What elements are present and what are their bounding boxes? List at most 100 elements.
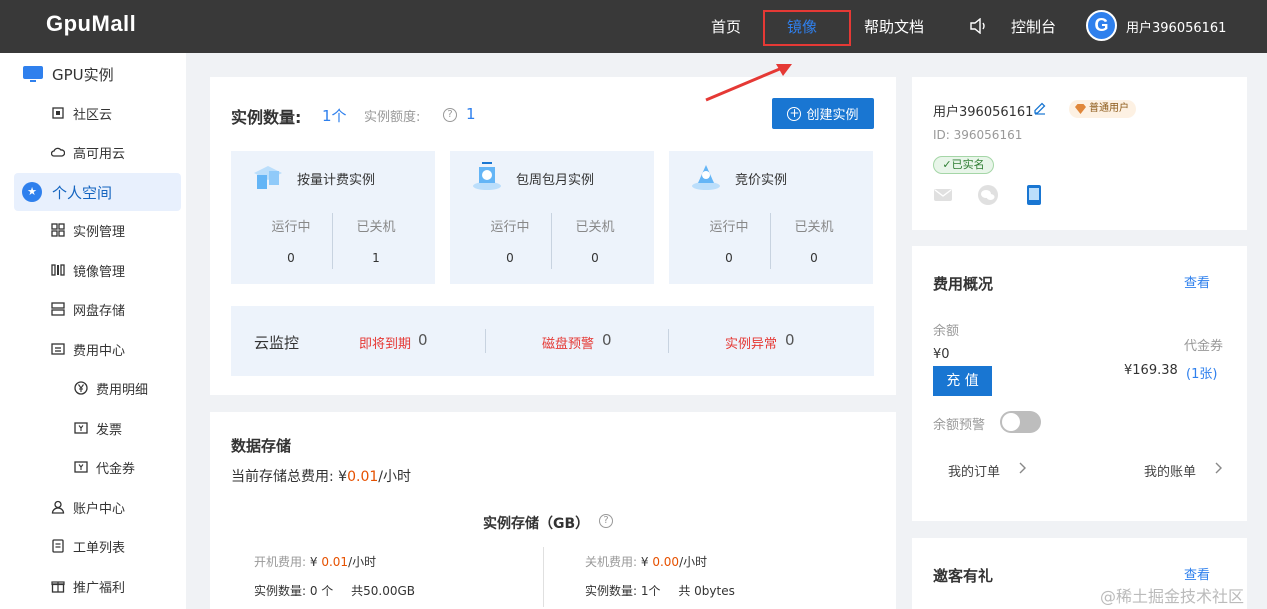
sidebar-item-instance-mgmt[interactable]: 实例管理: [0, 211, 186, 249]
instance-count-value: 1个: [322, 107, 347, 125]
sidebar-item-label: 高可用云: [73, 146, 126, 162]
toggle-knob: [1002, 413, 1020, 431]
abnormal-label[interactable]: 实例异常: [725, 333, 777, 352]
avatar[interactable]: G: [1086, 10, 1117, 41]
help-icon[interactable]: ?: [443, 108, 457, 122]
stopped-label: 已关机: [356, 220, 396, 235]
card-weekly-monthly[interactable]: 包周包月实例 运行中 已关机 0 0: [450, 151, 654, 284]
sidebar-item-billing-detail[interactable]: 费用明细: [0, 369, 186, 407]
stopped-count: 0: [810, 251, 818, 265]
help-icon[interactable]: ?: [599, 514, 613, 528]
invoice-icon: [74, 422, 88, 434]
wechat-icon[interactable]: [977, 185, 999, 205]
bars-icon: [51, 264, 65, 276]
sidebar-item-label: 发票: [96, 422, 123, 438]
sidebar-item-label: 费用中心: [73, 343, 126, 359]
storage-panel: 数据存储 当前存储总费用: ¥0.01/小时 实例存储（GB） ? 开机费用: …: [210, 412, 896, 609]
mail-icon[interactable]: [933, 187, 953, 203]
bid-stack-icon: [692, 165, 720, 190]
voucher-count-link[interactable]: (1张): [1186, 363, 1217, 382]
sidebar-item-voucher[interactable]: 代金券: [0, 448, 186, 486]
sidebar-item-tickets[interactable]: 工单列表: [0, 527, 186, 565]
recharge-button[interactable]: 充 值: [933, 366, 992, 396]
total-unit: /小时: [378, 469, 411, 485]
stopped-count: 0: [591, 251, 599, 265]
sidebar-item-label: GPU实例: [52, 65, 114, 84]
chevron-right-icon: [1215, 462, 1222, 474]
disk-warning-label[interactable]: 磁盘预警: [542, 333, 594, 352]
on-total: 共50.00GB: [351, 584, 416, 598]
on-fee-label: 开机费用:: [254, 555, 307, 569]
monitor-title: 云监控: [254, 334, 300, 352]
sidebar-item-promo[interactable]: 推广福利: [0, 567, 186, 605]
card-pay-as-you-go[interactable]: 按量计费实例 运行中 已关机 0 1: [231, 151, 435, 284]
sidebar-item-label: 费用明细: [96, 382, 149, 398]
on-fee-row: 开机费用: ¥ 0.01/小时: [254, 553, 376, 570]
card-spot[interactable]: 竞价实例 运行中 已关机 0 0: [669, 151, 873, 284]
instance-storage-title: 实例存储（GB）: [483, 516, 590, 532]
sidebar-item-label: 工单列表: [73, 540, 126, 556]
verified-text: 已实名: [951, 158, 985, 171]
profile-id: ID: 396056161: [933, 128, 1023, 142]
sidebar-item-personal-space[interactable]: ★ 个人空间: [14, 173, 181, 211]
off-fee-value: 0.00: [652, 555, 680, 569]
divider: [543, 547, 544, 607]
user-name[interactable]: 用户396056161: [1126, 17, 1226, 36]
expiring-count: 0: [418, 331, 428, 349]
star-icon: ★: [22, 182, 42, 202]
verified-badge: ✓已实名: [933, 156, 994, 174]
running-label: 运行中: [271, 220, 311, 235]
total-prefix: 当前存储总费用:: [231, 469, 334, 485]
invite-view-link[interactable]: 查看: [1184, 564, 1210, 583]
speaker-icon[interactable]: [969, 18, 989, 34]
sidebar-item-gpu[interactable]: GPU实例: [0, 55, 186, 93]
per-hour: /小时: [679, 555, 708, 569]
sidebar-item-billing-center[interactable]: 费用中心: [0, 330, 186, 368]
off-fee-label: 关机费用:: [585, 555, 638, 569]
sidebar-item-community[interactable]: 社区云: [0, 94, 186, 132]
gift-icon: [51, 581, 65, 593]
ticket-list-icon: [52, 539, 64, 553]
voucher-amount: ¥169.38: [1124, 363, 1178, 378]
nav-home[interactable]: 首页: [711, 16, 741, 37]
off-total: 共 0bytes: [678, 584, 735, 598]
off-fee-row: 关机费用: ¥ 0.00/小时: [585, 553, 707, 570]
card-title: 按量计费实例: [297, 173, 376, 188]
running-count: 0: [287, 251, 295, 265]
divider: [770, 213, 771, 269]
expiring-label[interactable]: 即将到期: [359, 333, 411, 352]
sidebar-item-label: 社区云: [73, 107, 113, 123]
balance-value: ¥0: [933, 347, 950, 362]
sidebar-item-ha-cloud[interactable]: 高可用云: [0, 133, 186, 171]
storage-total: 当前存储总费用: ¥0.01/小时: [231, 466, 411, 486]
sidebar-item-disk-storage[interactable]: 网盘存储: [0, 290, 186, 328]
yen-coin-icon: [74, 381, 88, 395]
nav-help-docs[interactable]: 帮助文档: [864, 16, 924, 37]
edit-icon[interactable]: [1033, 101, 1047, 115]
divider: [551, 213, 552, 269]
fees-view-link[interactable]: 查看: [1184, 272, 1210, 291]
nav-console[interactable]: 控制台: [1011, 16, 1056, 37]
per-hour: /小时: [348, 555, 377, 569]
sidebar-item-label: 代金券: [96, 461, 136, 477]
sidebar-item-label: 镜像管理: [73, 264, 126, 280]
divider: [668, 329, 669, 353]
total-value: 0.01: [347, 469, 379, 485]
sidebar-item-invoice[interactable]: 发票: [0, 409, 186, 447]
my-bills-link[interactable]: 我的账单: [1144, 461, 1196, 480]
calendar-clock-icon: [473, 162, 501, 190]
sidebar-item-account-center[interactable]: 账户中心: [0, 488, 186, 526]
phone-icon[interactable]: [1026, 184, 1042, 206]
app-logo[interactable]: GpuMall: [46, 11, 136, 37]
monitor-icon: [23, 66, 43, 82]
cloud-monitor: 云监控 即将到期 0 磁盘预警 0 实例异常 0: [231, 306, 874, 376]
off-count-row: 实例数量: 1个 共 0bytes: [585, 582, 735, 599]
my-orders-link[interactable]: 我的订单: [948, 461, 1000, 480]
balance-alert-toggle[interactable]: [1000, 411, 1041, 433]
annotation-arrow-icon: [705, 64, 792, 102]
sidebar-item-image-mgmt[interactable]: 镜像管理: [0, 251, 186, 289]
running-count: 0: [506, 251, 514, 265]
chip-icon: [52, 107, 64, 119]
divider: [332, 213, 333, 269]
mirror-highlight-box: [763, 10, 851, 46]
